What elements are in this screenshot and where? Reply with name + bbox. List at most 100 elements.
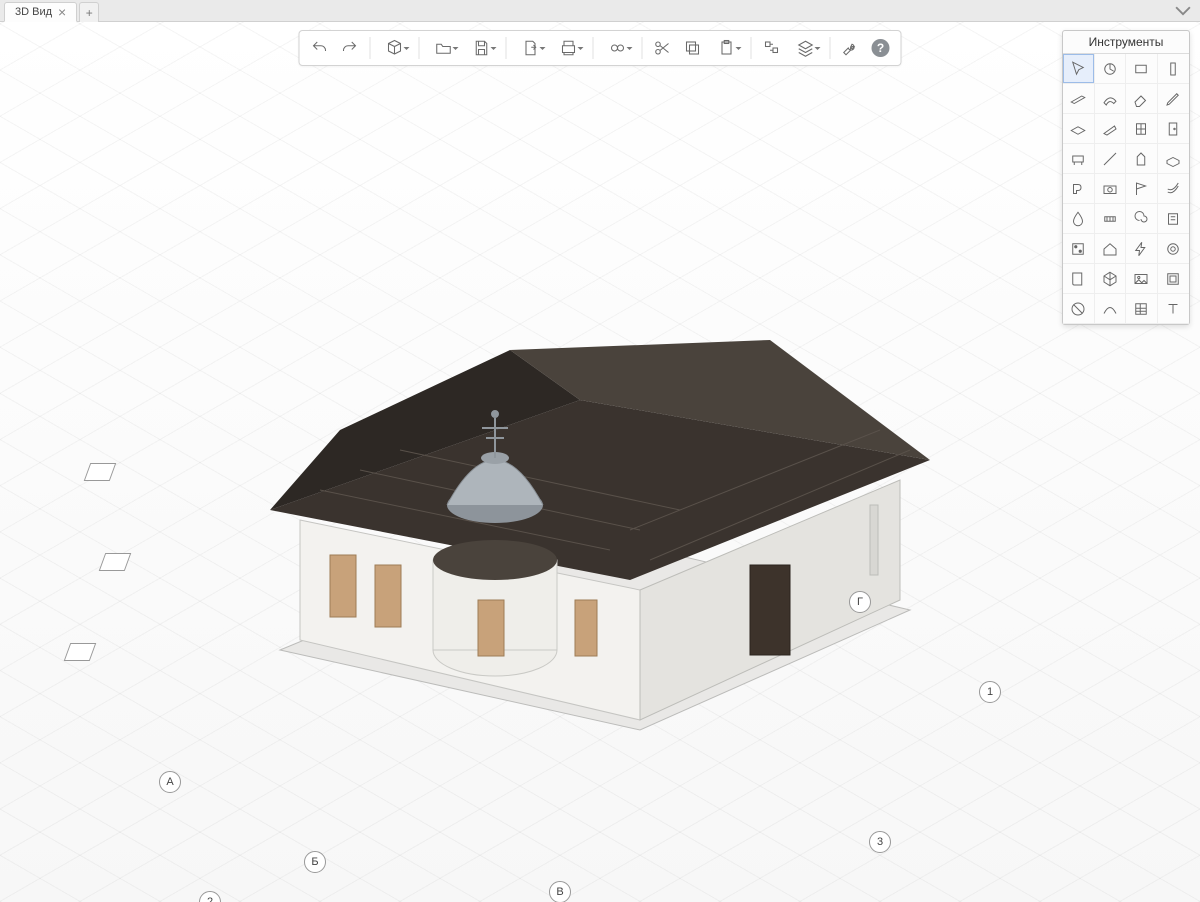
tool-door[interactable] <box>1158 114 1190 144</box>
attach-button[interactable] <box>600 34 636 62</box>
angle-icon <box>1101 60 1119 78</box>
main-toolbar: ? <box>299 30 902 66</box>
pencil-icon <box>1164 90 1182 108</box>
tool-wall-curved[interactable] <box>1095 84 1127 114</box>
note-icon <box>1164 210 1182 228</box>
tools-panel[interactable]: Инструменты <box>1062 30 1190 325</box>
tools-grid <box>1063 54 1189 324</box>
tool-column[interactable] <box>1158 54 1190 84</box>
tool-polyhedron[interactable] <box>1095 264 1127 294</box>
wall-curved-icon <box>1101 90 1119 108</box>
link-icon <box>609 39 627 57</box>
tab-3d-view[interactable]: 3D Вид × <box>4 2 77 22</box>
tool-profile[interactable] <box>1063 174 1095 204</box>
export-icon <box>522 39 540 57</box>
export-button[interactable] <box>513 34 549 62</box>
scissors-icon <box>654 39 672 57</box>
close-icon[interactable]: × <box>58 5 66 19</box>
view-cube-button[interactable] <box>377 34 413 62</box>
tool-wall-straight[interactable] <box>1063 84 1095 114</box>
floppy-icon <box>473 39 491 57</box>
tool-extrude[interactable] <box>1126 144 1158 174</box>
tool-camera[interactable] <box>1095 174 1127 204</box>
tool-furniture[interactable] <box>1063 144 1095 174</box>
tool-hatch[interactable] <box>1126 294 1158 324</box>
tool-home[interactable] <box>1095 234 1127 264</box>
plus-icon: + <box>86 6 93 20</box>
slab-icon <box>1069 120 1087 138</box>
cut-button[interactable] <box>649 34 677 62</box>
tool-flag[interactable] <box>1126 174 1158 204</box>
help-button[interactable]: ? <box>867 34 895 62</box>
tool-window[interactable] <box>1126 114 1158 144</box>
tool-eraser[interactable] <box>1126 84 1158 114</box>
tool-panel[interactable] <box>1158 264 1190 294</box>
undo-icon <box>311 39 329 57</box>
polyhedron-icon <box>1101 270 1119 288</box>
tool-target[interactable] <box>1158 234 1190 264</box>
layers-button[interactable] <box>788 34 824 62</box>
curve-icon <box>1101 300 1119 318</box>
dimension-icon <box>1101 210 1119 228</box>
tool-pencil[interactable] <box>1158 84 1190 114</box>
open-button[interactable] <box>426 34 462 62</box>
tool-wedge[interactable] <box>1095 114 1127 144</box>
tool-image[interactable] <box>1126 264 1158 294</box>
align-icon <box>763 39 781 57</box>
tab-add-button[interactable]: + <box>79 2 99 22</box>
tool-measure-angle[interactable] <box>1095 54 1127 84</box>
tool-pipe[interactable] <box>1158 174 1190 204</box>
tabs-collapse-button[interactable] <box>1172 0 1194 21</box>
folder-icon <box>435 39 453 57</box>
tool-rectangle[interactable] <box>1126 54 1158 84</box>
viewport-3d[interactable]: А Б В Г 1 2 3 <box>0 22 1200 902</box>
tool-select[interactable] <box>1063 54 1095 84</box>
eraser-icon <box>1132 90 1150 108</box>
wedge-icon <box>1101 120 1119 138</box>
toolbar-separator <box>370 37 371 59</box>
image-icon <box>1132 270 1150 288</box>
align-button[interactable] <box>758 34 786 62</box>
furniture-icon <box>1069 150 1087 168</box>
grid-label-B: Б <box>304 851 326 873</box>
extrude-icon <box>1132 150 1150 168</box>
tool-text[interactable] <box>1158 294 1190 324</box>
copy-icon <box>684 39 702 57</box>
toolbar-separator <box>419 37 420 59</box>
wrench-icon <box>842 39 860 57</box>
grid-label-3: 3 <box>869 831 891 853</box>
tool-dimension[interactable] <box>1095 204 1127 234</box>
book-icon <box>1069 270 1087 288</box>
toolbar-separator <box>593 37 594 59</box>
building-model <box>210 170 990 790</box>
toolbar-separator <box>830 37 831 59</box>
tool-book[interactable] <box>1063 264 1095 294</box>
profile-icon <box>1069 180 1087 198</box>
hatch-icon <box>1132 300 1150 318</box>
grid-label-V: В <box>549 881 571 902</box>
tool-brick[interactable] <box>1158 144 1190 174</box>
door-icon <box>1164 120 1182 138</box>
tool-bolt[interactable] <box>1126 234 1158 264</box>
tool-spiral[interactable] <box>1126 204 1158 234</box>
layers-icon <box>797 39 815 57</box>
undo-button[interactable] <box>306 34 334 62</box>
cursor-icon <box>1069 60 1087 78</box>
redo-icon <box>341 39 359 57</box>
print-button[interactable] <box>551 34 587 62</box>
settings-button[interactable] <box>837 34 865 62</box>
help-icon: ? <box>872 39 890 57</box>
rectangle-icon <box>1132 60 1150 78</box>
redo-button[interactable] <box>336 34 364 62</box>
copy-button[interactable] <box>679 34 707 62</box>
tool-no-entry[interactable] <box>1063 294 1095 324</box>
tool-slab[interactable] <box>1063 114 1095 144</box>
tool-note[interactable] <box>1158 204 1190 234</box>
tool-dice[interactable] <box>1063 234 1095 264</box>
tool-curve[interactable] <box>1095 294 1127 324</box>
save-button[interactable] <box>464 34 500 62</box>
target-icon <box>1164 240 1182 258</box>
tool-drop[interactable] <box>1063 204 1095 234</box>
tool-line[interactable] <box>1095 144 1127 174</box>
paste-button[interactable] <box>709 34 745 62</box>
